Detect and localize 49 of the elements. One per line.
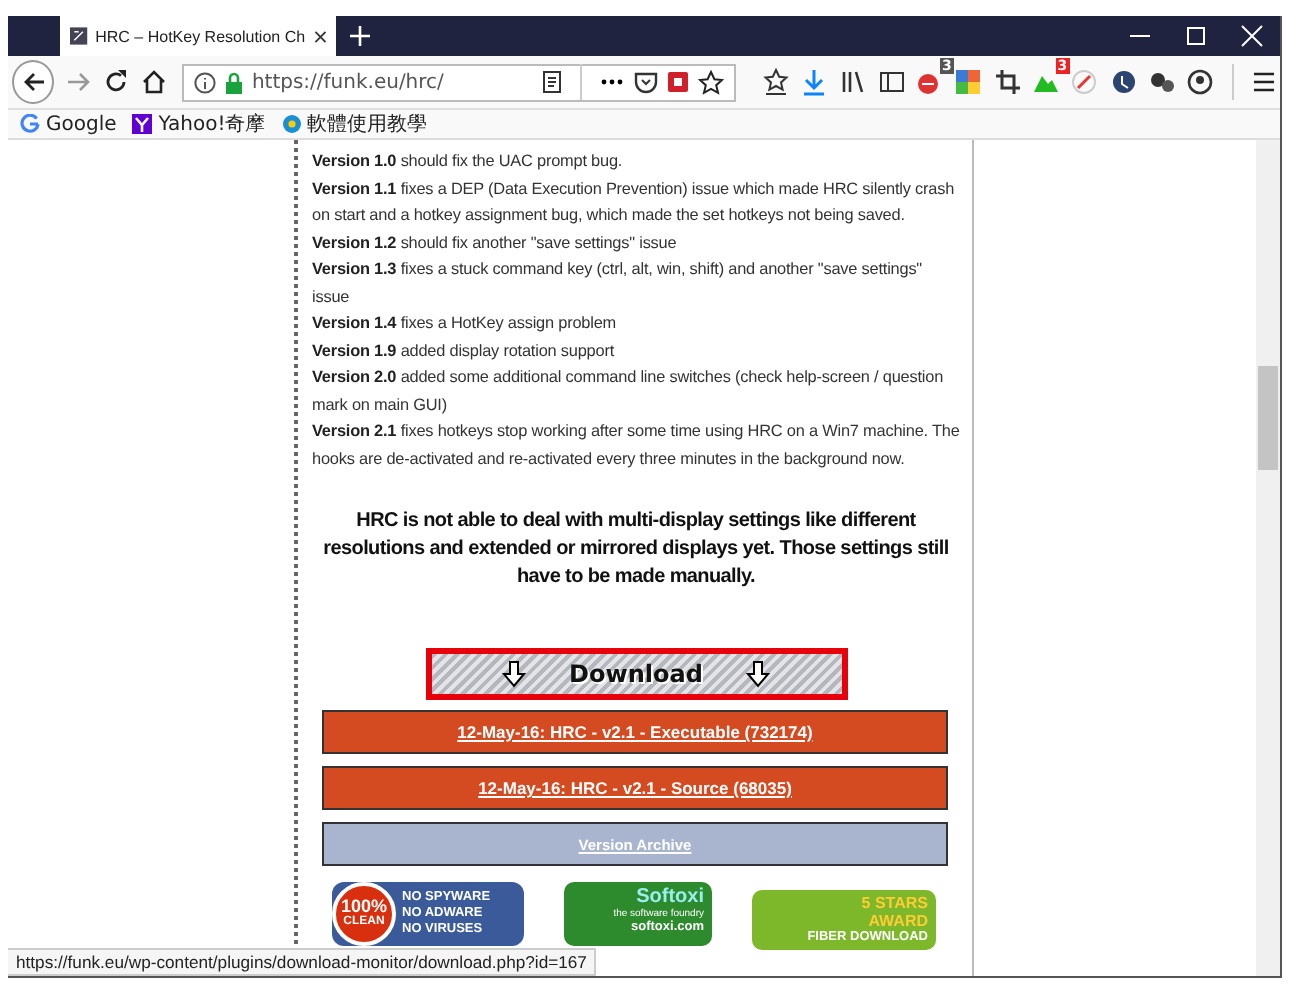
changelog-entry: Version 1.0 should fix the UAC prompt bug.	[312, 150, 625, 174]
clock-circle-icon[interactable]	[1109, 68, 1138, 96]
down-arrow-icon	[746, 660, 771, 688]
mask-icon[interactable]	[1147, 68, 1176, 96]
file-download-link[interactable]: 12-May-16: HRC - v2.1 - Executable (732174)	[322, 710, 948, 754]
download-icon[interactable]	[800, 68, 829, 96]
home-icon[interactable]	[140, 68, 169, 96]
library-icon[interactable]	[839, 68, 868, 96]
google-g-icon	[20, 114, 40, 134]
close-tab-icon[interactable]	[313, 27, 326, 45]
browser-tab[interactable]: HRC – HotKey Resolution Ch	[60, 16, 336, 56]
status-bar-url: https://funk.eu/wp-content/plugins/download-monitor/download.php?id=167	[8, 948, 597, 976]
square-extension-icon[interactable]	[666, 70, 691, 94]
pocket-icon[interactable]	[634, 70, 659, 94]
plus-icon[interactable]	[348, 23, 372, 47]
star-list-icon[interactable]	[762, 68, 791, 96]
crop-icon[interactable]	[993, 68, 1022, 96]
file-download-link[interactable]: 12-May-16: HRC - v2.1 - Source (68035)	[322, 766, 948, 810]
scrollbar-thumb[interactable]	[1258, 366, 1278, 470]
bookmark-link[interactable]: Yahoo!奇摩	[132, 110, 266, 138]
bookmark-star-icon[interactable]	[698, 69, 725, 95]
reload-icon[interactable]	[102, 68, 131, 96]
down-arrow-icon	[501, 660, 526, 688]
site-favicon-icon	[70, 24, 88, 48]
sidebar-icon[interactable]	[877, 68, 906, 96]
bookmark-link[interactable]: Google	[20, 113, 117, 135]
changelog-entry: Version 1.9 added display rotation support	[312, 339, 617, 364]
account-icon[interactable]	[1186, 68, 1215, 96]
address-bar[interactable]: https://funk.eu/hrc/	[181, 63, 737, 101]
compass-icon[interactable]	[1070, 68, 1099, 96]
download-button[interactable]: Download	[425, 648, 847, 700]
back-arrow-icon	[21, 70, 46, 94]
changelog-entry: Version 1.2 should fix another "save settings" issue	[312, 231, 679, 256]
info-icon	[193, 71, 216, 93]
bookmark-link[interactable]: 軟體使用教學	[281, 110, 428, 138]
changelog-entry: Version 2.0 added some additional command line switches (check help-screen / question mark on main GUI)	[312, 366, 946, 418]
changelog-entry: Version 1.4 fixes a HotKey assign problem	[312, 312, 618, 336]
lock-icon	[223, 71, 244, 93]
changelog-entry: Version 2.1 fixes hotkeys stop working after some time using HRC on a Win7 machine. The hooks are de-activated and re-activated every three minutes in the background now.	[312, 420, 960, 472]
scrollbar[interactable]	[1256, 140, 1280, 976]
changelog-entry: Version 1.1 fixes a DEP (Data Execution Prevention) issue which made HRC silently crash on start and a hotkey assignment bug, which made the set hotkeys not being saved.	[312, 177, 957, 228]
forward-arrow-icon[interactable]	[63, 68, 92, 96]
reader-view-icon[interactable]	[540, 70, 565, 94]
maximize-icon[interactable]	[1184, 24, 1208, 48]
menu-icon[interactable]	[1250, 68, 1279, 96]
close-icon[interactable]	[1240, 24, 1264, 48]
back-button[interactable]	[12, 60, 55, 104]
colorful-grid-icon[interactable]	[954, 68, 983, 96]
notice-text: HRC is not able to deal with multi-display settings like different resolutions and extended or mirrored displays yet. Those settings still have to be made manually.	[321, 508, 951, 592]
